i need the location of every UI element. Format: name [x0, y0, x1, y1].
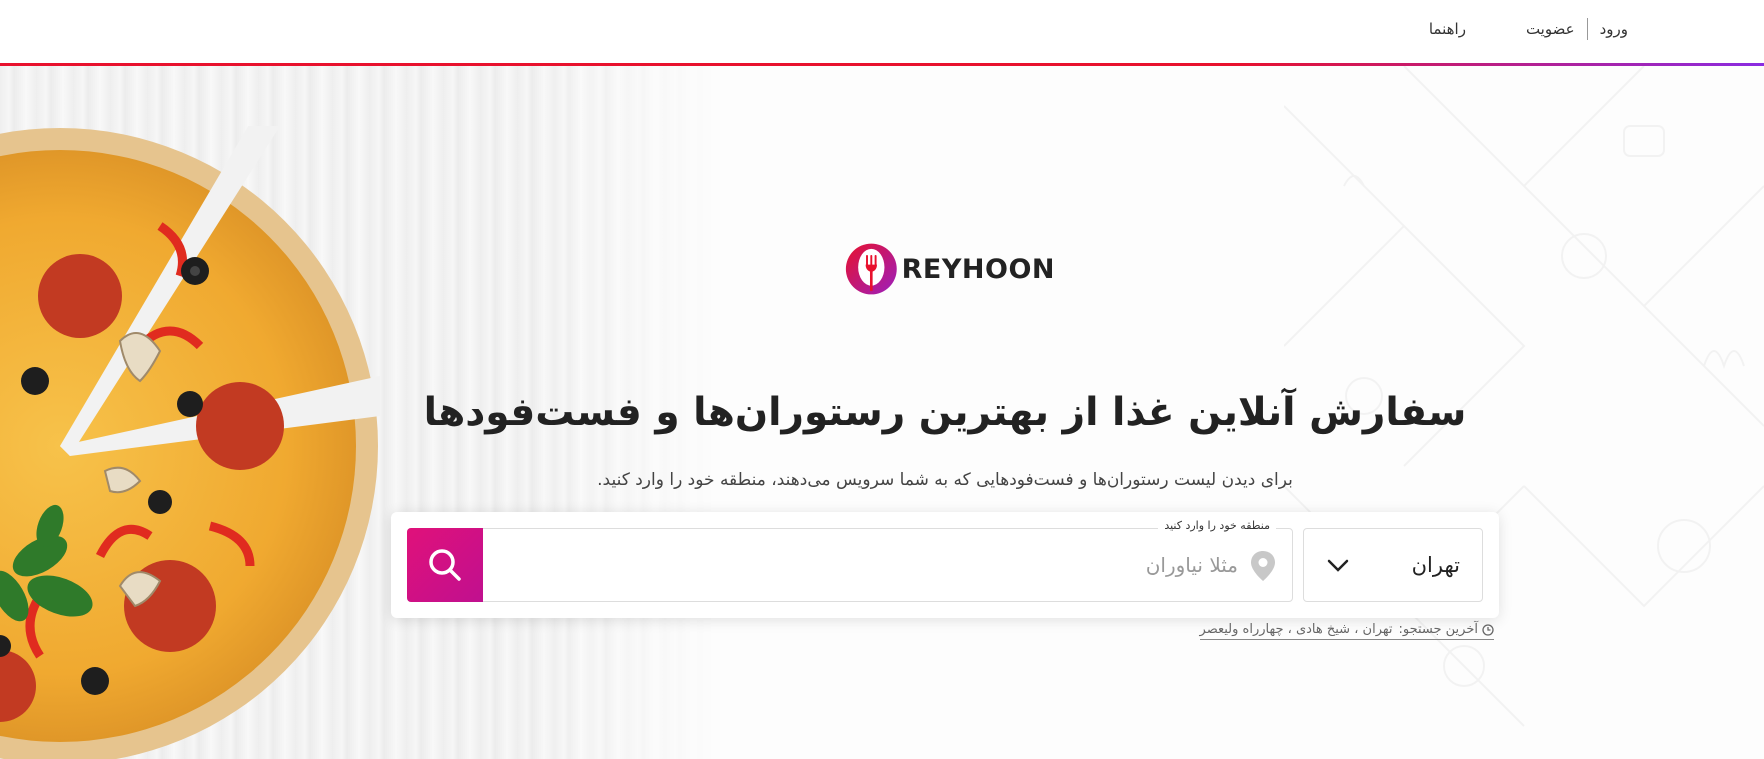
city-select[interactable]: تهران — [1303, 528, 1483, 602]
page-title: سفارش آنلاین غذا از بهترین رستوران‌ها و … — [423, 390, 1467, 435]
chevron-down-icon — [1327, 559, 1349, 572]
hero-section: REYHOON سفارش آنلاین غذا از بهترین رستور… — [0, 66, 1764, 759]
area-search-input[interactable] — [578, 543, 1238, 587]
clock-icon — [1482, 623, 1494, 636]
search-panel: تهران منطقه خود را وارد کنید — [391, 512, 1499, 618]
brand-wordmark: REYHOON — [901, 253, 1055, 285]
area-field-label: منطقه خود را وارد کنید — [1158, 519, 1276, 532]
pizza-image — [0, 126, 380, 759]
reyhoon-logo[interactable]: REYHOON — [845, 238, 1055, 300]
search-button[interactable] — [407, 528, 483, 602]
top-bar: ورود عضویت راهنما — [0, 0, 1764, 66]
search-icon — [429, 549, 461, 581]
signup-link[interactable]: عضویت — [1526, 20, 1575, 38]
nav-divider — [1586, 18, 1588, 40]
recent-search-value: تهران ، شیخ هادی ، چهارراه ولیعصر — [1199, 622, 1393, 637]
city-select-value: تهران — [1411, 553, 1460, 577]
recent-search-link[interactable]: آخرین جستجو: تهران ، شیخ هادی ، چهارراه … — [1199, 622, 1494, 640]
area-field: منطقه خود را وارد کنید — [407, 519, 1293, 602]
top-nav: ورود عضویت راهنما — [1429, 18, 1628, 40]
recent-search-label: آخرین جستجو: — [1398, 622, 1478, 637]
page-subtitle: برای دیدن لیست رستوران‌ها و فست‌فودهایی … — [597, 470, 1293, 490]
fork-logo-icon — [845, 243, 897, 295]
help-link[interactable]: راهنما — [1429, 20, 1466, 38]
location-pin-icon — [1251, 551, 1275, 581]
login-link[interactable]: ورود — [1600, 20, 1628, 38]
